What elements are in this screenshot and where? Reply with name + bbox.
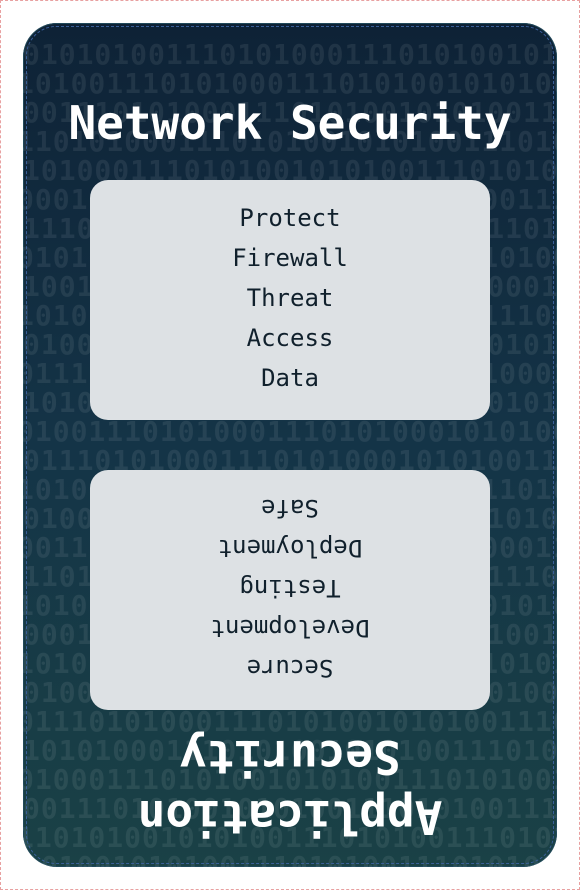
- list-item: Testing: [239, 574, 341, 602]
- list-item: Protect: [239, 204, 341, 232]
- list-item: Access: [246, 324, 334, 352]
- list-item: Data: [261, 364, 319, 392]
- list-item: Deployment: [217, 534, 363, 562]
- network-security-list: Protect Firewall Threat Access Data: [90, 198, 490, 398]
- list-item: Development: [210, 614, 370, 642]
- application-security-list: Secure Development Testing Deployment Sa…: [90, 488, 490, 688]
- application-security-title: Application Security: [137, 730, 443, 844]
- security-card: 0101010011101010001110101001010100111010…: [23, 23, 557, 867]
- application-security-panel: Secure Development Testing Deployment Sa…: [90, 470, 490, 710]
- network-security-panel: Protect Firewall Threat Access Data: [90, 180, 490, 420]
- list-item: Secure: [246, 654, 334, 682]
- list-item: Safe: [261, 494, 319, 522]
- list-item: Firewall: [232, 244, 348, 272]
- list-item: Threat: [246, 284, 334, 312]
- network-security-title: Network Security: [68, 96, 512, 150]
